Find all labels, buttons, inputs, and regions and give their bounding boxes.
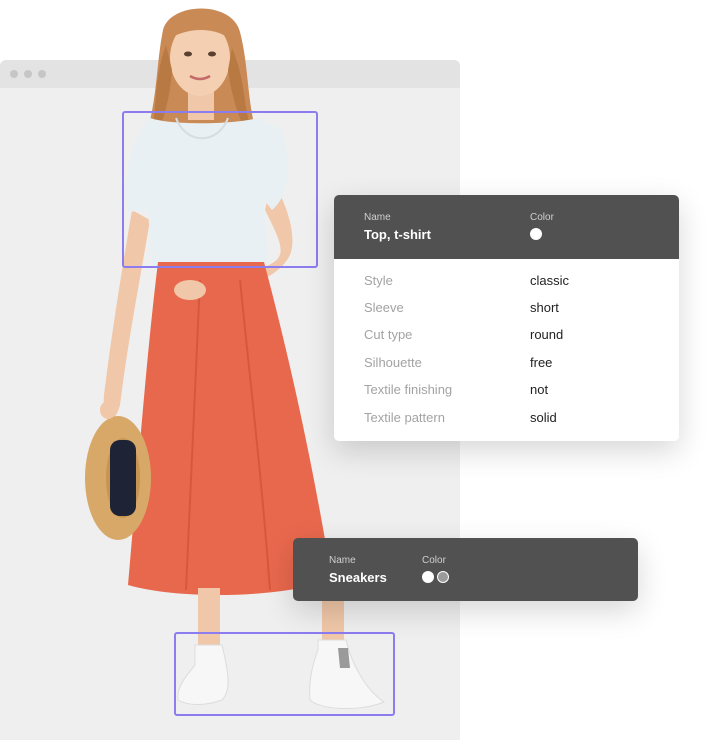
attribute-row: Silhouette free xyxy=(364,355,659,375)
sneakers-detection-box[interactable] xyxy=(174,632,395,716)
attribute-row: Sleeve short xyxy=(364,300,659,320)
color-label: Color xyxy=(422,555,446,566)
attribute-row: Cut type round xyxy=(364,327,659,347)
attribute-row: Style classic xyxy=(364,273,659,293)
color-swatch-white[interactable] xyxy=(530,228,542,240)
stage: Name Top, t-shirt Color Style classic Sl… xyxy=(0,0,728,740)
attribute-key: Textile pattern xyxy=(364,410,445,425)
attribute-row: Textile finishing not xyxy=(364,382,659,402)
attribute-value: classic xyxy=(530,273,570,288)
attribute-key: Cut type xyxy=(364,327,413,342)
name-label: Name xyxy=(329,555,356,566)
attribute-value: free xyxy=(530,355,553,370)
attribute-value: short xyxy=(530,300,559,315)
attribute-key: Silhouette xyxy=(364,355,422,370)
attribute-value: not xyxy=(530,382,549,397)
attribute-key: Style xyxy=(364,273,393,288)
product-name: Sneakers xyxy=(329,570,387,585)
product-name: Top, t-shirt xyxy=(364,227,431,242)
attribute-key: Textile finishing xyxy=(364,382,453,397)
color-label: Color xyxy=(530,212,554,223)
attribute-value: round xyxy=(530,327,564,342)
attribute-value: solid xyxy=(530,410,557,425)
card-attributes: Style classic Sleeve short Cut type roun… xyxy=(334,259,679,441)
attribute-row: Textile pattern solid xyxy=(364,410,659,430)
top-detection-box[interactable] xyxy=(122,111,318,268)
top-product-card[interactable]: Name Top, t-shirt Color Style classic Sl… xyxy=(334,195,679,441)
color-swatch-white[interactable] xyxy=(422,571,434,583)
name-label: Name xyxy=(364,212,391,223)
color-swatch-grey[interactable] xyxy=(437,571,449,583)
card-header: Name Top, t-shirt Color xyxy=(334,195,679,259)
attribute-key: Sleeve xyxy=(364,300,404,315)
card-header: Name Sneakers Color xyxy=(293,538,638,601)
sneakers-product-card[interactable]: Name Sneakers Color xyxy=(293,538,638,601)
